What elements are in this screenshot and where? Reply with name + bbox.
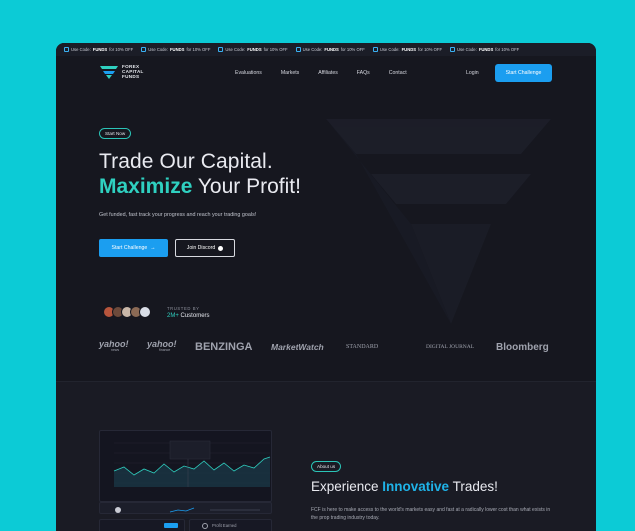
about-text: FCF is here to make access to the world'… bbox=[311, 507, 551, 521]
tag-icon bbox=[295, 47, 301, 52]
customer-count-number: 2M+ bbox=[167, 313, 179, 319]
ticker-suffix: for 10% OFF bbox=[340, 47, 365, 52]
ticker-prefix: Use Code: bbox=[71, 47, 91, 52]
ticker-code: FUNDS bbox=[170, 47, 185, 52]
tag-icon bbox=[141, 47, 147, 52]
tag-icon bbox=[64, 47, 69, 52]
top-navigation: FOREX CAPITAL FUNDS Evaluations Markets … bbox=[56, 61, 596, 87]
tag-icon bbox=[450, 47, 456, 52]
ticker-item: Use Code: FUNDS for 10% OFF bbox=[450, 47, 519, 52]
about-title: Experience Innovative Trades! bbox=[311, 479, 498, 494]
nav-link-contact[interactable]: Contact bbox=[389, 70, 407, 76]
nav-link-markets[interactable]: Markets bbox=[281, 70, 299, 76]
trusted-by-label: TRUSTED BY bbox=[167, 306, 200, 311]
about-title-post: Trades! bbox=[449, 479, 498, 494]
start-challenge-label: Start Challenge bbox=[111, 245, 148, 251]
about-section: Profit Earned About us Experience Innova… bbox=[56, 381, 596, 531]
about-us-pill[interactable]: About us bbox=[311, 461, 342, 472]
promo-ticker: Use Code: FUNDS for 10% OFF Use Code: FUNDS f… bbox=[56, 43, 596, 56]
logo-icon bbox=[100, 65, 118, 79]
ticker-suffix: for 10% OFF bbox=[186, 47, 211, 52]
ticker-code: FUNDS bbox=[324, 47, 339, 52]
hero-title-line-2: Maximize Your Profit! bbox=[99, 175, 301, 199]
nav-links: Evaluations Markets Affiliates FAQs Cont… bbox=[235, 70, 426, 76]
benzinga-logo: BENZINGA bbox=[195, 341, 253, 353]
ticker-code: FUNDS bbox=[247, 47, 262, 52]
ticker-prefix: Use Code: bbox=[225, 47, 246, 52]
hero-subtitle: Get funded, fast track your progress and… bbox=[99, 212, 257, 218]
discord-icon bbox=[218, 245, 224, 251]
dashboard-row-sparkline bbox=[115, 507, 260, 513]
ticker-prefix: Use Code: bbox=[457, 47, 477, 52]
dashboard-card-a bbox=[99, 519, 185, 531]
ticker-prefix: Use Code: bbox=[302, 47, 323, 52]
join-discord-button[interactable]: Join Discord bbox=[175, 239, 235, 257]
card-mini-button[interactable] bbox=[164, 523, 178, 528]
hero-title-accent: Maximize bbox=[99, 175, 193, 198]
nav-link-evaluations[interactable]: Evaluations bbox=[235, 70, 262, 76]
nav-start-challenge-button[interactable]: Start Challenge bbox=[495, 64, 552, 82]
nav-link-affiliates[interactable]: Affiliates bbox=[318, 70, 338, 76]
tag-icon bbox=[372, 47, 378, 52]
join-discord-label: Join Discord bbox=[186, 245, 216, 251]
about-title-pre: Experience bbox=[311, 479, 383, 494]
customer-count-label: Customers bbox=[180, 313, 210, 319]
profit-icon bbox=[202, 523, 208, 529]
ticker-item: Use Code: FUNDS for 10% OFF bbox=[372, 47, 443, 52]
dashboard-preview bbox=[99, 430, 272, 502]
digital-journal-logo: DIGITAL JOURNAL bbox=[426, 344, 475, 350]
hero-title-line-1: Trade Our Capital. bbox=[99, 150, 273, 173]
ticker-item: Use Code: FUNDS for 10% OFF bbox=[295, 47, 365, 52]
ticker-suffix: for 10% OFF bbox=[418, 47, 443, 52]
ticker-prefix: Use Code: bbox=[379, 47, 400, 52]
logo-line-3: FUNDS bbox=[122, 74, 140, 79]
ticker-item: Use Code: FUNDS for 10% OFF bbox=[64, 47, 133, 52]
ticker-suffix: for 10% OFF bbox=[263, 47, 288, 52]
nav-link-faqs[interactable]: FAQs bbox=[357, 70, 370, 76]
hero-title-rest: Your Profit! bbox=[192, 175, 301, 198]
ticker-suffix: for 10% OFF bbox=[495, 47, 520, 52]
customer-count: 2M+ Customers bbox=[167, 313, 210, 319]
ticker-item: Use Code: FUNDS for 10% OFF bbox=[141, 47, 210, 52]
login-link[interactable]: Login bbox=[466, 70, 479, 76]
ticker-item: Use Code: FUNDS for 10% OFF bbox=[218, 47, 288, 52]
arrow-right-icon: → bbox=[150, 245, 156, 251]
yahoo-news-logo: yahoo! news bbox=[99, 339, 147, 353]
tag-icon bbox=[218, 47, 224, 52]
background-logo-watermark bbox=[326, 119, 551, 324]
start-now-pill[interactable]: Start Now bbox=[99, 128, 132, 139]
dashboard-chart bbox=[113, 440, 271, 487]
bloomberg-logo: Bloomberg bbox=[496, 341, 549, 353]
ticker-code: FUNDS bbox=[478, 47, 494, 52]
press-logos: yahoo! news yahoo! finance BENZINGA Mark… bbox=[99, 339, 569, 354]
ticker-code: FUNDS bbox=[401, 47, 417, 52]
standard-logo: STANDARD bbox=[346, 344, 379, 350]
browser-frame: Use Code: FUNDS for 10% OFF Use Code: FUNDS f… bbox=[56, 43, 596, 531]
ticker-code: FUNDS bbox=[92, 47, 108, 52]
yahoo-news-wordmark: yahoo! bbox=[99, 339, 129, 349]
customer-avatars bbox=[103, 306, 151, 318]
about-title-accent: Innovative bbox=[382, 479, 450, 494]
start-challenge-button[interactable]: Start Challenge → bbox=[99, 239, 168, 257]
logo[interactable]: FOREX CAPITAL FUNDS bbox=[100, 64, 144, 79]
logo-wordmark: FOREX CAPITAL FUNDS bbox=[122, 64, 144, 79]
yahoo-finance-logo: yahoo! finance bbox=[147, 339, 195, 353]
avatar bbox=[139, 306, 151, 318]
ticker-suffix: for 10% OFF bbox=[109, 47, 134, 52]
marketwatch-logo: MarketWatch bbox=[271, 342, 324, 352]
profit-earned-card: Profit Earned bbox=[189, 519, 272, 531]
ticker-prefix: Use Code: bbox=[148, 47, 168, 52]
profit-earned-label: Profit Earned bbox=[212, 523, 237, 528]
dashboard-row bbox=[99, 502, 272, 514]
yahoo-finance-wordmark: yahoo! bbox=[147, 339, 177, 349]
